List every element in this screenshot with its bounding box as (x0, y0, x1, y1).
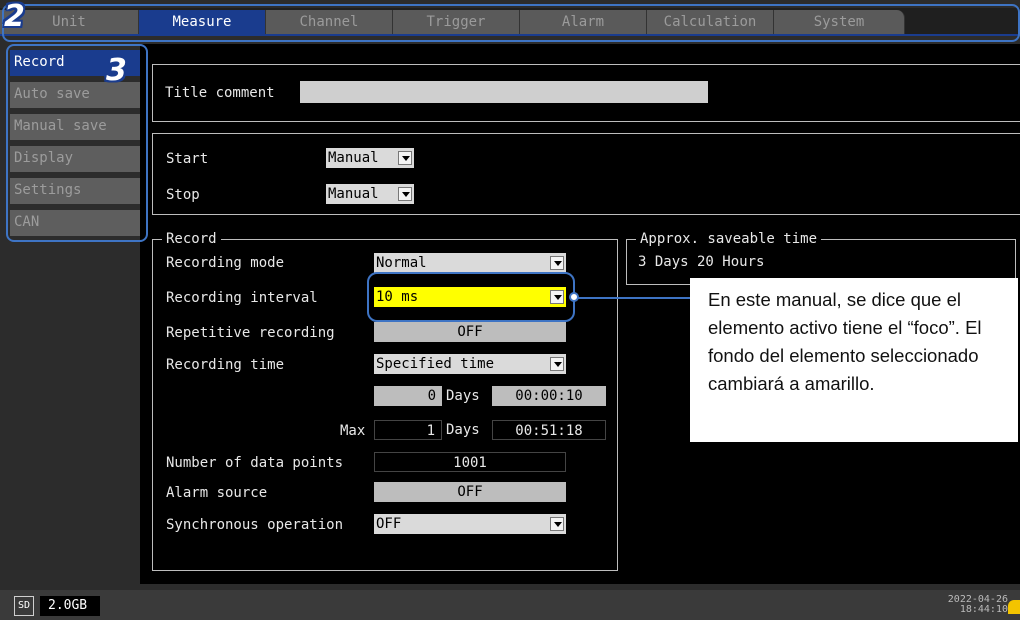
record-days-input[interactable]: 0 (374, 386, 442, 406)
tabs-step-badge: 2 (4, 0, 25, 34)
repetitive-recording-label: Repetitive recording (166, 325, 335, 341)
recording-time-label: Recording time (166, 357, 285, 373)
start-select[interactable]: Manual (326, 148, 414, 168)
recording-mode-select[interactable]: Normal (374, 253, 566, 273)
callout-leader-dot (569, 292, 579, 302)
dropdown-arrow-icon (550, 357, 564, 371)
sd-card-icon: SD (14, 596, 34, 616)
start-stop-frame (152, 133, 1020, 215)
title-comment-input[interactable] (300, 81, 708, 103)
focus-callout: En este manual, se dice que el elemento … (690, 278, 1018, 442)
clock-time: 18:44:10 (959, 604, 1008, 615)
dropdown-arrow-icon (398, 151, 412, 165)
record-legend: Record (162, 231, 221, 247)
stop-select-value: Manual (328, 186, 379, 202)
dropdown-arrow-icon (550, 517, 564, 531)
sync-operation-select[interactable]: OFF (374, 514, 566, 534)
repetitive-recording-value[interactable]: OFF (374, 322, 566, 342)
max-days-label: Days (446, 422, 480, 438)
data-points-value: 1001 (374, 452, 566, 472)
clock: 2022-04-26 18:44:10 (930, 595, 1008, 615)
alarm-source-label: Alarm source (166, 485, 268, 501)
recording-time-select[interactable]: Specified time (374, 354, 566, 374)
storage-size: 2.0GB (40, 596, 100, 616)
start-label: Start (166, 151, 209, 167)
dropdown-arrow-icon (398, 187, 412, 201)
data-points-label: Number of data points (166, 455, 344, 471)
record-time-input[interactable]: 00:00:10 (492, 386, 606, 406)
stop-select[interactable]: Manual (326, 184, 414, 204)
max-label: Max (340, 423, 366, 439)
tabs-highlight-outline (2, 4, 1020, 42)
days-label: Days (446, 388, 480, 404)
recording-time-value: Specified time (376, 356, 495, 372)
dropdown-arrow-icon (550, 256, 564, 270)
focus-highlight-outline (367, 272, 575, 322)
recording-mode-label: Recording mode (166, 255, 285, 271)
stop-label: Stop (166, 187, 200, 203)
sync-operation-label: Synchronous operation (166, 517, 344, 533)
sync-operation-value: OFF (376, 516, 402, 532)
start-select-value: Manual (328, 150, 379, 166)
side-step-badge: 3 (106, 53, 127, 88)
max-days-value: 1 (374, 420, 442, 440)
clock-icon (1008, 600, 1020, 614)
saveable-time-legend: Approx. saveable time (636, 231, 822, 247)
recording-interval-label: Recording interval (166, 290, 318, 306)
max-time-value: 00:51:18 (492, 420, 606, 440)
alarm-source-value[interactable]: OFF (374, 482, 566, 502)
title-comment-label: Title comment (165, 85, 275, 101)
callout-leader (574, 297, 690, 299)
recording-mode-value: Normal (376, 255, 427, 271)
status-bar (0, 590, 1020, 620)
saveable-time-value: 3 Days 20 Hours (638, 254, 765, 270)
